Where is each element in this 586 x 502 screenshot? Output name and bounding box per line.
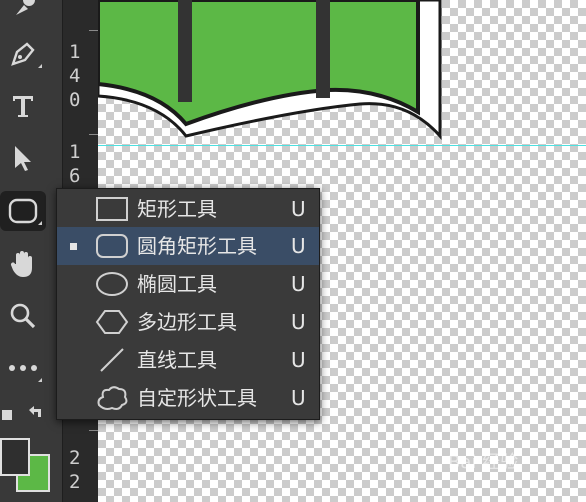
guide-line[interactable] [98,145,586,146]
menu-item-label: 椭圆工具 [137,272,217,296]
menu-item-shortcut: U [291,386,306,410]
menu-item-label: 圆角矩形工具 [137,234,257,258]
banner-shape [98,0,442,140]
type-tool-icon[interactable] [0,86,46,126]
menu-item-rectangle-tool[interactable]: 矩形工具 U [57,190,319,228]
menu-item-label: 直线工具 [137,348,217,372]
menu-item-ellipse-tool[interactable]: 椭圆工具 U [57,265,319,303]
menu-item-shortcut: U [291,310,306,334]
menu-item-line-tool[interactable]: 直线工具 U [57,341,319,379]
ruler-label: 2 [69,471,81,493]
submenu-indicator [38,378,42,382]
ruler-label: 1 [69,41,81,63]
menu-item-label: 多边形工具 [137,310,237,334]
ruler-label: 0 [69,89,81,111]
ruler-label: 6 [69,165,81,187]
ellipse-icon [96,272,128,296]
menu-item-label: 矩形工具 [137,197,217,221]
ruler-label: 4 [69,65,81,87]
custom-shape-icon [97,386,128,410]
brush-tool-icon[interactable] [0,0,46,26]
menu-item-rounded-rectangle-tool[interactable]: 圆角矩形工具 U [57,227,319,265]
more-tools-icon[interactable] [0,348,46,388]
line-icon [100,348,124,372]
swap-colors-icon[interactable] [26,404,46,424]
shape-tools-flyout: 矩形工具 U 圆角矩形工具 U 椭圆工具 U 多边形工具 U 直线工具 U 自定… [56,188,320,420]
menu-item-shortcut: U [291,272,306,296]
watermark: Bai 经验 [448,452,519,473]
foreground-color-swatch[interactable] [0,438,30,476]
hand-tool-icon[interactable] [0,244,46,284]
menu-item-polygon-tool[interactable]: 多边形工具 U [57,303,319,341]
pen-tool-icon[interactable] [0,34,46,74]
menu-item-shortcut: U [291,234,306,258]
submenu-indicator [38,64,42,68]
ruler-label: 1 [69,141,81,163]
menu-item-shortcut: U [291,348,306,372]
menu-item-custom-shape-tool[interactable]: 自定形状工具 U [57,379,319,417]
menu-item-shortcut: U [291,197,306,221]
zoom-tool-icon[interactable] [0,296,46,336]
tools-panel [0,0,62,502]
menu-item-label: 自定形状工具 [137,386,257,410]
rectangle-icon [96,197,128,221]
default-colors-icon[interactable] [0,404,14,424]
rounded-rectangle-icon [96,234,128,258]
submenu-indicator [38,221,42,225]
path-selection-tool-icon[interactable] [0,138,46,178]
polygon-icon [95,310,129,334]
ruler-label: 2 [69,447,81,469]
rounded-rectangle-tool-icon[interactable] [0,191,46,231]
current-tool-marker [70,243,77,250]
